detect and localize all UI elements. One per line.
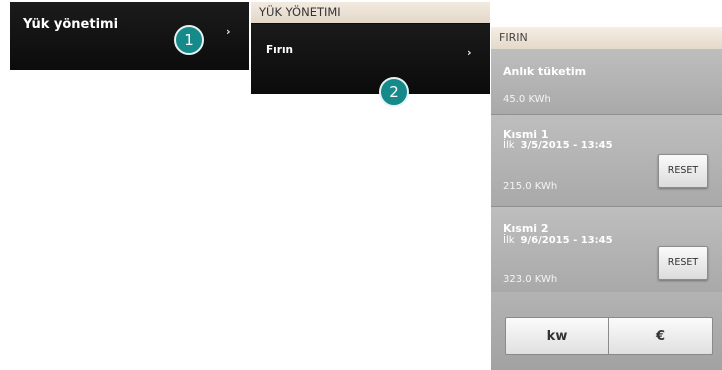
oven-detail-panel: FIRIN Anlık tüketim 45.0 KWh Kısmi 1 İlk…: [491, 27, 722, 370]
load-management-panel: Yük yönetimi 1 ›: [10, 2, 249, 70]
step-badge-2: 2: [379, 77, 409, 107]
instant-consumption-value: 45.0 KWh: [503, 94, 551, 105]
chevron-right-icon: ›: [467, 46, 472, 59]
load-management-item-label[interactable]: Yük yönetimi: [23, 17, 118, 32]
partial-2-since-date: 9/6/2015 - 13:45: [520, 235, 613, 246]
chevron-right-icon[interactable]: ›: [226, 25, 231, 38]
partial-2-value: 323.0 KWh: [503, 274, 558, 285]
partial-2-card: Kısmi 2 İlk 9/6/2015 - 13:45 323.0 KWh RE…: [491, 207, 722, 293]
kw-unit-button[interactable]: kw: [505, 317, 609, 355]
load-list-header: YÜK YÖNETIMI: [251, 2, 490, 23]
instant-consumption-label: Anlık tüketim: [503, 65, 587, 78]
partial-1-since-date: 3/5/2015 - 13:45: [520, 140, 613, 151]
partial-1-value: 215.0 KWh: [503, 181, 558, 192]
reset-partial-1-button[interactable]: RESET: [658, 154, 708, 188]
partial-2-label: Kısmi 2: [503, 222, 549, 235]
partial-2-since-word: İlk: [503, 235, 515, 246]
euro-unit-button[interactable]: €: [609, 317, 713, 355]
oven-item-label: Fırın: [266, 44, 294, 56]
reset-partial-2-button[interactable]: RESET: [658, 246, 708, 280]
partial-1-since: İlk 3/5/2015 - 13:45: [503, 140, 613, 151]
step-badge-1: 1: [174, 25, 204, 55]
partial-1-card: Kısmi 1 İlk 3/5/2015 - 13:45 215.0 KWh RE…: [491, 115, 722, 207]
instant-consumption-card: Anlık tüketim 45.0 KWh: [491, 49, 722, 115]
unit-toggle: kw €: [491, 292, 722, 370]
partial-1-since-word: İlk: [503, 140, 515, 151]
list-item-oven[interactable]: Fırın ›: [251, 24, 490, 94]
oven-detail-header: FIRIN: [491, 27, 722, 49]
load-list-panel: YÜK YÖNETIMI Fırın › 2: [251, 2, 490, 107]
partial-2-since: İlk 9/6/2015 - 13:45: [503, 235, 613, 246]
